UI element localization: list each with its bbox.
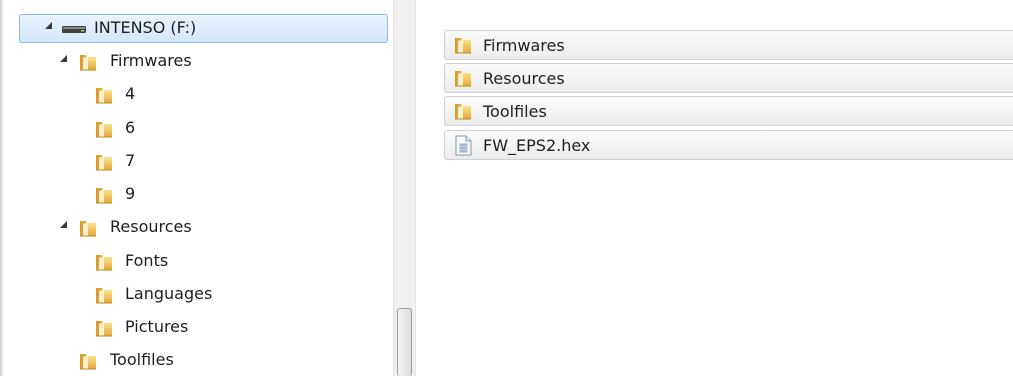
- folder-icon: [453, 35, 473, 55]
- tree-item-pictures[interactable]: Pictures: [0, 312, 393, 344]
- folder-icon: [78, 52, 98, 72]
- tree-item-label: Languages: [125, 284, 213, 303]
- expand-arrow-icon[interactable]: [60, 221, 67, 228]
- tree-item-6[interactable]: 6: [0, 113, 393, 145]
- tree-item-label: 4: [125, 84, 136, 103]
- tree-item-label: Toolfiles: [110, 350, 174, 369]
- list-item-toolfiles[interactable]: Toolfiles: [444, 96, 1013, 126]
- tree-item-languages[interactable]: Languages: [0, 279, 393, 311]
- folder-icon: [94, 318, 114, 338]
- list-item-firmwares[interactable]: Firmwares: [444, 30, 1013, 60]
- tree-item-label: Fonts: [125, 251, 169, 270]
- file-icon: [455, 135, 472, 156]
- drive-icon: [62, 26, 86, 33]
- folder-icon: [94, 185, 114, 205]
- folder-icon: [453, 68, 473, 88]
- list-item-label: Resources: [483, 69, 565, 88]
- tree-item-9[interactable]: 9: [0, 179, 393, 211]
- navigation-pane: INTENSO (F:) Firmwares 4 6 7 9 Resources…: [0, 0, 393, 376]
- list-item-label: Firmwares: [483, 36, 565, 55]
- tree-item-label: Firmwares: [110, 51, 192, 70]
- list-item-label: Toolfiles: [483, 102, 547, 121]
- list-item-resources[interactable]: Resources: [444, 63, 1013, 93]
- tree-item-label: Resources: [110, 217, 192, 236]
- tree-item-toolfiles[interactable]: Toolfiles: [0, 345, 393, 376]
- list-item-label: FW_EPS2.hex: [483, 136, 591, 155]
- folder-icon: [453, 101, 473, 121]
- tree-item-resources[interactable]: Resources: [0, 212, 393, 244]
- expand-arrow-icon[interactable]: [45, 22, 52, 29]
- tree-item-firmwares[interactable]: Firmwares: [0, 46, 393, 78]
- content-pane: Firmwares Resources Toolfiles FW_EPS2.he…: [416, 0, 1013, 376]
- folder-icon: [94, 119, 114, 139]
- tree-item-drive[interactable]: INTENSO (F:): [0, 13, 393, 45]
- list-item-fw-eps2-hex[interactable]: FW_EPS2.hex: [444, 130, 1013, 160]
- tree-item-7[interactable]: 7: [0, 146, 393, 178]
- folder-icon: [94, 152, 114, 172]
- folder-icon: [94, 85, 114, 105]
- folder-icon: [94, 285, 114, 305]
- tree-item-4[interactable]: 4: [0, 79, 393, 111]
- tree-item-label: 6: [125, 118, 136, 137]
- expand-arrow-icon[interactable]: [60, 55, 67, 62]
- folder-icon: [94, 252, 114, 272]
- scroll-thumb[interactable]: [397, 308, 412, 376]
- tree-item-label: 9: [125, 184, 136, 203]
- tree-item-fonts[interactable]: Fonts: [0, 246, 393, 278]
- folder-icon: [78, 218, 98, 238]
- tree-item-label: 7: [125, 151, 136, 170]
- tree-item-label: INTENSO (F:): [94, 18, 197, 37]
- nav-scrollbar[interactable]: [393, 0, 416, 376]
- folder-icon: [78, 351, 98, 371]
- tree-item-label: Pictures: [125, 317, 189, 336]
